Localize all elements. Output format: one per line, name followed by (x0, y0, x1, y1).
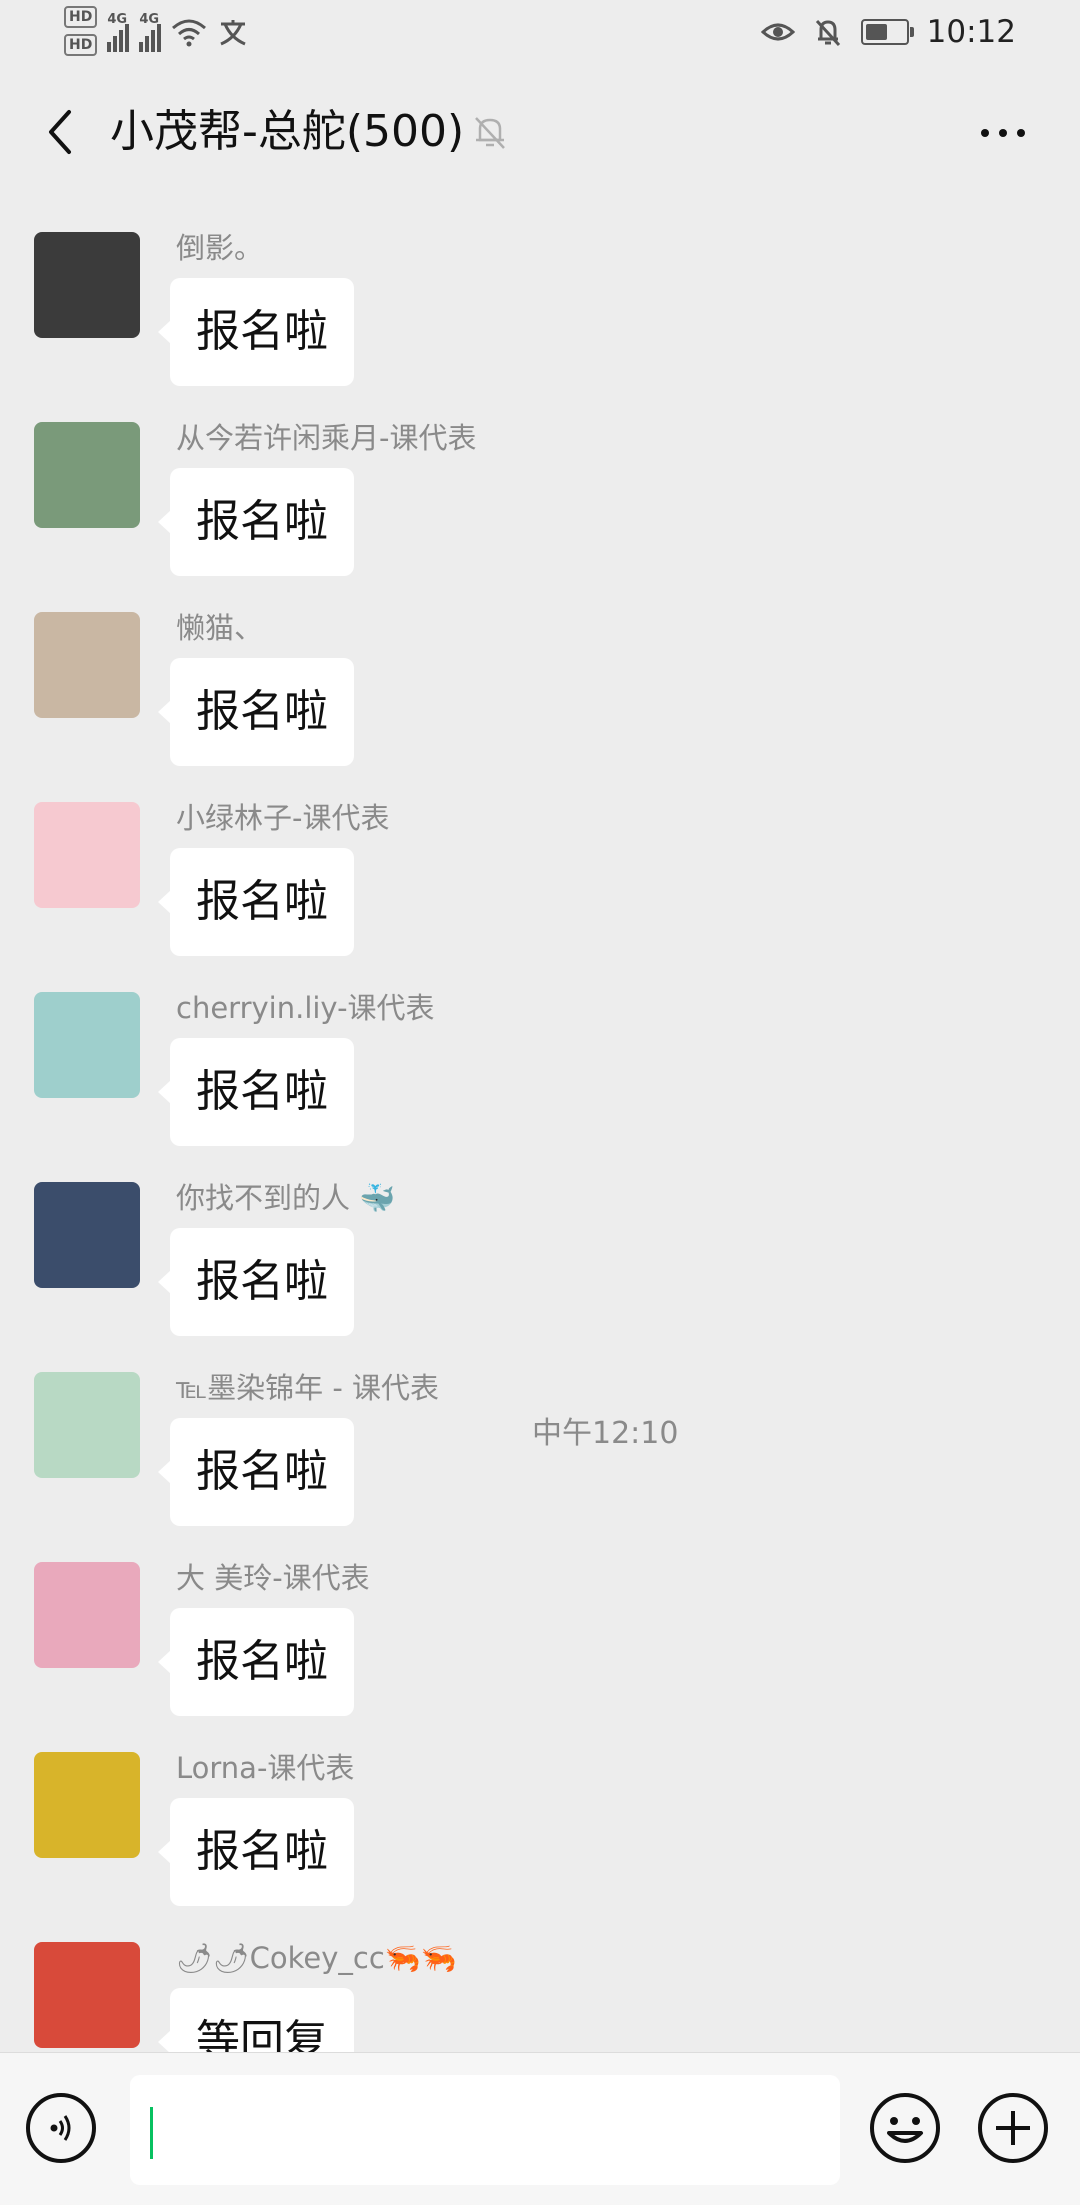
network-type-2: 4G (139, 12, 160, 27)
avatar[interactable] (34, 1372, 140, 1478)
message-item: 小绿林子-课代表报名啦 (0, 768, 1080, 958)
sender-name: 小绿林子-课代表 (176, 801, 390, 835)
hd-badge-2: HD (64, 34, 98, 56)
message-bubble[interactable]: 报名啦 (158, 1798, 354, 1906)
sender-name: ℡墨染锦年 - 课代表 (176, 1371, 440, 1405)
message-item: 从今若许闲乘月-课代表报名啦 (0, 388, 1080, 578)
avatar[interactable] (34, 802, 140, 908)
avatar[interactable] (34, 1942, 140, 2048)
wifi-icon (172, 19, 207, 47)
avatar[interactable] (34, 1752, 140, 1858)
emoji-button[interactable] (868, 2091, 942, 2165)
sender-name: 懒猫、 (176, 611, 264, 645)
sender-name: Lorna-课代表 (176, 1751, 355, 1785)
message-item: cherryin.liy-课代表报名啦 (0, 958, 1080, 1148)
status-left: HD HD 4G 4G (64, 6, 249, 56)
hd-indicators: HD HD (64, 6, 98, 56)
message-bubble[interactable]: 报名啦 (158, 1228, 354, 1336)
avatar[interactable] (34, 992, 140, 1098)
chevron-left-icon (49, 110, 71, 154)
text-caret (150, 2107, 153, 2159)
message-bubble[interactable]: 报名啦 (158, 1038, 354, 1146)
message-item: 大 美玲-课代表报名啦 (0, 1528, 1080, 1718)
clock: 10:12 (926, 14, 1016, 50)
battery-level (865, 24, 887, 40)
message-bubble[interactable]: 报名啦 (158, 278, 354, 386)
signal-icon-2: 4G (139, 12, 162, 52)
message-bubble[interactable]: 报名啦 (158, 848, 354, 956)
network-type-1: 4G (107, 12, 128, 27)
status-bar: HD HD 4G 4G 10:12 (0, 0, 1080, 66)
more-button[interactable] (968, 108, 1038, 158)
signal-icon-1: 4G (107, 12, 130, 52)
voice-button[interactable] (26, 2093, 96, 2163)
chat-header: 小茂帮-总舵(500) (0, 66, 1080, 198)
message-item: Lorna-课代表报名啦 (0, 1718, 1080, 1908)
chat-title: 小茂帮-总舵(500) (110, 106, 465, 157)
notifications-off-icon (815, 19, 840, 47)
message-list[interactable]: 倒影。 报名啦 从今若许闲乘月-课代表 报名啦 懒猫、 报名啦 小绿林子-课代表 报名啦 che… (0, 198, 1080, 2052)
translate-icon (220, 20, 246, 46)
message-input[interactable] (130, 2075, 840, 2185)
voice-icon (50, 2115, 71, 2141)
avatar[interactable] (34, 612, 140, 718)
sender-name: cherryin.liy-课代表 (176, 991, 435, 1025)
avatar[interactable] (34, 1182, 140, 1288)
sender-name: 大 美玲-课代表 (176, 1561, 370, 1595)
plus-button[interactable] (976, 2091, 1050, 2165)
eye-icon (760, 23, 795, 41)
message-bubble[interactable]: 等回复 (158, 1988, 354, 2052)
status-right: 10:12 (760, 14, 1016, 50)
more-dots-icon (981, 129, 989, 137)
message-item: 你找不到的人 🐳 报名啦 (0, 1148, 1080, 1338)
back-button[interactable] (32, 104, 88, 160)
message-timestamp: 中午12:10 (532, 1416, 679, 1451)
avatar[interactable] (34, 422, 140, 528)
sender-name: 你找不到的人 🐳 (176, 1181, 396, 1215)
message-bubble[interactable]: 报名啦 (158, 1608, 354, 1716)
sender-name: 倒影。 (176, 231, 264, 265)
input-bar (0, 2052, 1080, 2205)
message-item: 倒影。报名啦 (0, 198, 1080, 388)
message-item: 🌶🌶Cokey_cc🦐🦐 等回复 (0, 1908, 1080, 2052)
avatar[interactable] (34, 1562, 140, 1668)
avatar[interactable] (34, 232, 140, 338)
battery-icon (860, 19, 914, 45)
sender-name: 从今若许闲乘月-课代表 (176, 421, 477, 455)
message-bubble[interactable]: 报名啦 (158, 1418, 354, 1526)
message-item: 懒猫、报名啦 (0, 578, 1080, 768)
sender-name: 🌶🌶Cokey_cc🦐🦐 (176, 1941, 457, 1975)
bell-off-icon (475, 117, 505, 149)
hd-badge-1: HD (64, 6, 98, 28)
message-bubble[interactable]: 报名啦 (158, 658, 354, 766)
message-bubble[interactable]: 报名啦 (158, 468, 354, 576)
